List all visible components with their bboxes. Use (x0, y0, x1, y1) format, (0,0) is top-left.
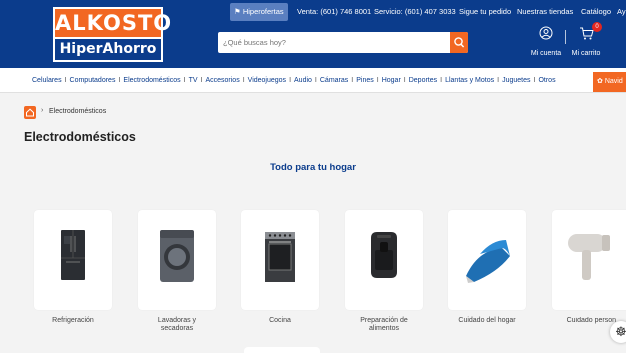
section-title: Todo para tu hogar (270, 162, 356, 173)
category-separator: I (64, 77, 67, 84)
category-label-cocina: Cocina (234, 317, 326, 325)
category-link[interactable]: Accesorios (205, 68, 239, 93)
category-link[interactable]: Celulares (32, 68, 62, 93)
category-link[interactable]: TV (189, 68, 198, 93)
card-label-line2: alimentos (369, 325, 399, 332)
accessibility-icon: ☸ (615, 324, 626, 339)
mi-carrito-label: Mi carrito (571, 50, 601, 57)
category-separator: I (403, 77, 406, 84)
ayuda-link[interactable]: Ay (617, 3, 626, 21)
category-separator: I (533, 77, 536, 84)
category-link[interactable]: Juguetes (502, 68, 530, 93)
iron-icon (466, 240, 510, 283)
category-link[interactable]: Electrodomésticos (123, 68, 180, 93)
category-label-lavadoras: Lavadoras y secadoras (131, 317, 223, 333)
category-separator: I (289, 77, 292, 84)
search-icon (454, 37, 465, 48)
page-title: Electrodomésticos (24, 130, 136, 144)
stove-icon (265, 232, 295, 282)
category-card-preparacion[interactable] (345, 210, 423, 310)
card-label-line1: Lavadoras y (157, 317, 197, 324)
card-label-line2: secadoras (160, 325, 194, 332)
category-link[interactable]: Hogar (382, 68, 401, 93)
chevron-right-icon: › (41, 107, 44, 114)
washing-machine-icon (160, 230, 194, 282)
card-label-line1: Cuidado del hogar (458, 317, 516, 324)
logo-bottom-text: HiperAhorro (53, 37, 163, 62)
next-row-card (244, 347, 320, 353)
category-separator: I (376, 77, 379, 84)
category-separator: I (497, 77, 500, 84)
mi-cuenta-button[interactable]: Mi cuenta (528, 24, 564, 62)
servicio-phone-link[interactable]: Servicio: (601) 407 3033 (374, 3, 456, 21)
category-card-refrigeracion[interactable] (34, 210, 112, 310)
user-icon (539, 26, 553, 40)
air-fryer-icon (371, 232, 397, 278)
category-separator: I (200, 77, 203, 84)
mi-cuenta-label: Mi cuenta (530, 50, 562, 57)
category-separator: I (351, 77, 354, 84)
category-label-cuidado-hogar: Cuidado del hogar (441, 317, 533, 325)
category-card-cuidado-personal[interactable] (552, 210, 626, 310)
hair-dryer-icon (568, 234, 610, 280)
breadcrumb-current: Electrodomésticos (49, 108, 107, 115)
category-link[interactable]: Llantas y Motos (445, 68, 494, 93)
category-separator: I (242, 77, 245, 84)
cart-count-badge: 0 (592, 22, 602, 32)
category-list: Celulares I Computadores I Electrodomésticos… (32, 68, 556, 93)
logo-top-text: ALKOSTO (53, 7, 171, 37)
category-card-cuidado-hogar[interactable] (448, 210, 526, 310)
search-input[interactable] (218, 32, 450, 53)
category-card-lavadoras[interactable] (138, 210, 216, 310)
category-separator: I (118, 77, 121, 84)
category-link[interactable]: Videojuegos (248, 68, 286, 93)
navidad-label: Navid (604, 78, 623, 85)
catalogo-link[interactable]: Catálogo (581, 3, 611, 21)
card-label-line1: Preparación de (360, 317, 408, 324)
alkosto-logo[interactable]: ALKOSTO HiperAhorro (53, 7, 171, 62)
search-bar (218, 32, 468, 53)
category-nav: Celulares I Computadores I Electrodomésticos… (0, 68, 626, 93)
tag-icon: ⚑ (234, 7, 243, 16)
navidad-button[interactable]: ✿ Navid (593, 72, 626, 92)
category-label-preparacion: Preparación de alimentos (338, 317, 430, 333)
category-separator: I (183, 77, 186, 84)
category-link[interactable]: Pines (356, 68, 374, 93)
venta-phone-link[interactable]: Venta: (601) 746 8001 (297, 3, 371, 21)
category-link[interactable]: Audio (294, 68, 312, 93)
account-divider (565, 30, 566, 44)
accessibility-button[interactable]: ☸ (610, 321, 626, 343)
category-link[interactable]: Deportes (409, 68, 437, 93)
category-link[interactable]: Computadores (70, 68, 116, 93)
home-icon[interactable] (24, 106, 36, 119)
category-separator: I (314, 77, 317, 84)
hiperofertas-link[interactable]: ⚑ Hiperofertas (230, 3, 288, 21)
card-label-line1: Cocina (269, 317, 291, 324)
category-link[interactable]: Otros (538, 68, 555, 93)
category-card-cocina[interactable] (241, 210, 319, 310)
nuestras-tiendas-link[interactable]: Nuestras tiendas (517, 3, 573, 21)
category-separator: I (440, 77, 443, 84)
sigue-pedido-link[interactable]: Sigue tu pedido (459, 3, 511, 21)
gift-icon: ✿ (597, 78, 605, 85)
refrigerator-icon (61, 230, 85, 280)
card-label-line1: Refrigeración (52, 317, 94, 324)
category-link[interactable]: Cámaras (320, 68, 348, 93)
site-header: ALKOSTO HiperAhorro ⚑ Hiperofertas Venta… (0, 0, 626, 68)
card-label-line1: Cuidado person (566, 317, 616, 324)
category-label-refrigeracion: Refrigeración (27, 317, 119, 325)
search-button[interactable] (450, 32, 468, 53)
